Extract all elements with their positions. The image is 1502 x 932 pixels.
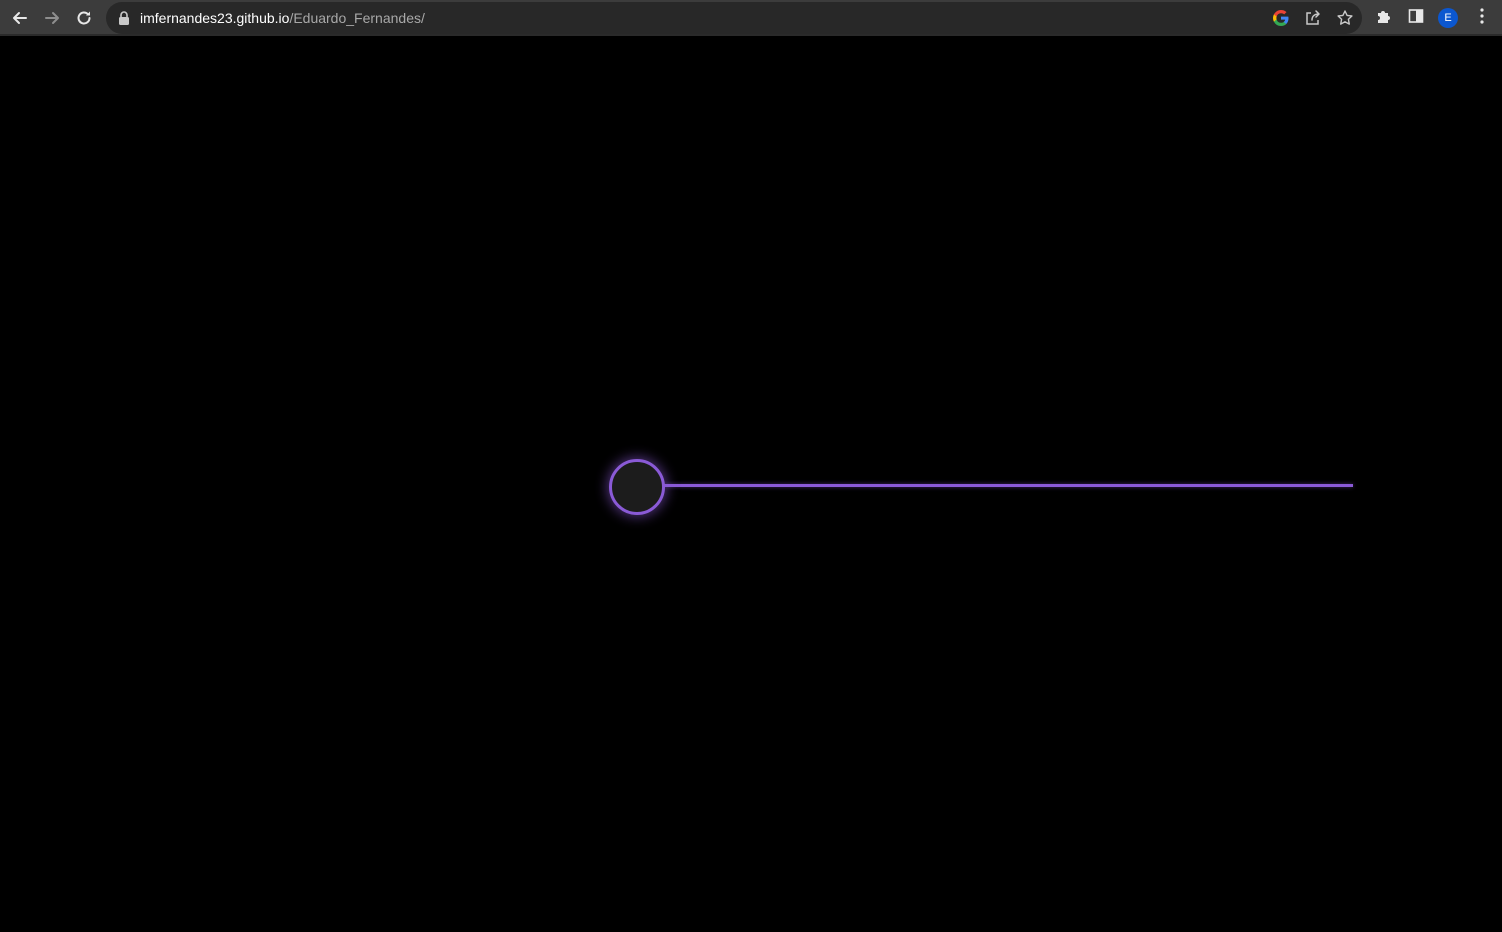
url-host: imfernandes23.github.io (140, 10, 290, 26)
google-icon[interactable] (1270, 7, 1292, 29)
reload-icon (75, 9, 93, 27)
side-panel-button[interactable] (1402, 4, 1430, 32)
back-button[interactable] (6, 4, 34, 32)
star-icon[interactable] (1334, 7, 1356, 29)
lock-icon[interactable] (118, 11, 130, 30)
side-panel-icon (1407, 7, 1425, 30)
slider-knob[interactable] (609, 459, 665, 515)
share-icon[interactable] (1302, 7, 1324, 29)
forward-button[interactable] (38, 4, 66, 32)
puzzle-icon (1375, 7, 1393, 30)
arrow-left-icon (11, 9, 29, 27)
extensions-button[interactable] (1370, 4, 1398, 32)
page-viewport (0, 38, 1502, 932)
reload-button[interactable] (70, 4, 98, 32)
profile-button[interactable]: E (1434, 4, 1462, 32)
kebab-menu-icon (1479, 7, 1485, 30)
arrow-right-icon (43, 9, 61, 27)
url-text[interactable]: imfernandes23.github.io/Eduardo_Fernande… (140, 10, 425, 26)
avatar: E (1438, 8, 1458, 28)
menu-button[interactable] (1468, 4, 1496, 32)
address-bar[interactable]: imfernandes23.github.io/Eduardo_Fernande… (106, 2, 1362, 34)
slider-track[interactable] (664, 484, 1353, 487)
browser-toolbar: imfernandes23.github.io/Eduardo_Fernande… (0, 0, 1502, 36)
url-path: /Eduardo_Fernandes/ (289, 10, 425, 26)
